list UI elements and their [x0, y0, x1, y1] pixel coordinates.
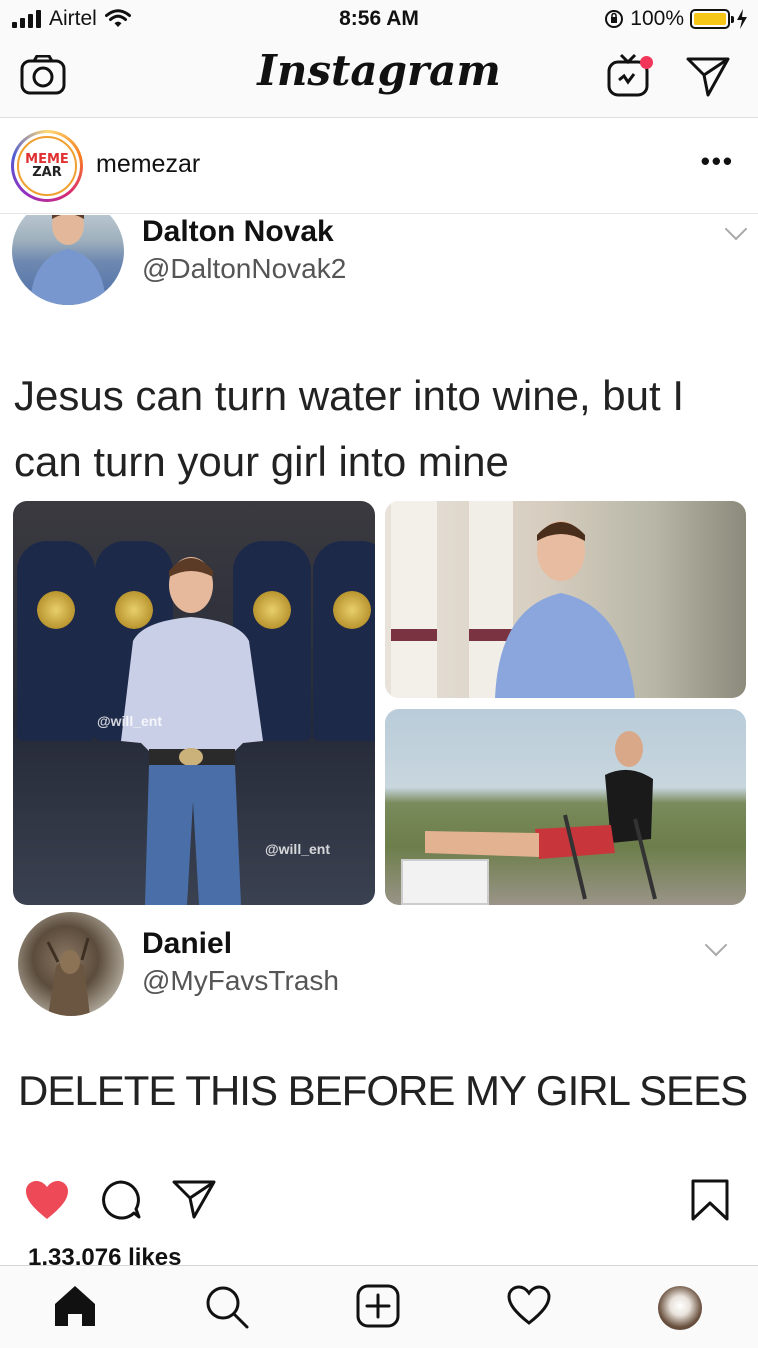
bookmark-icon[interactable] — [690, 1179, 730, 1221]
chevron-down-icon — [704, 933, 728, 957]
battery-percent: 100% — [630, 7, 684, 30]
like-count[interactable]: 1,33,076 likes — [28, 1244, 181, 1266]
new-post-icon[interactable] — [356, 1284, 400, 1328]
charging-bolt-icon — [737, 9, 747, 29]
tweet-author-handle: @DaltonNovak2 — [142, 253, 347, 284]
reply-text: DELETE THIS BEFORE MY GIRL SEES — [18, 1067, 748, 1114]
reply-author-name: Daniel — [142, 927, 233, 960]
tweet-photo-1: @will_ent @will_ent — [13, 501, 375, 905]
post-actions: 1,33,076 likes — [0, 1165, 758, 1266]
reply-author-avatar — [18, 912, 124, 1016]
orientation-lock-icon — [605, 10, 624, 28]
photo-watermark-1: @will_ent — [97, 713, 162, 729]
direct-message-icon[interactable] — [686, 55, 730, 97]
comment-icon[interactable] — [100, 1179, 142, 1221]
share-icon[interactable] — [172, 1179, 216, 1219]
reply-author-handle: @MyFavsTrash — [142, 965, 339, 996]
person-in-chair — [425, 731, 657, 900]
home-icon[interactable] — [52, 1284, 98, 1328]
post-header: MEME ZAR memezar ••• — [0, 118, 758, 214]
like-heart-icon[interactable] — [24, 1179, 70, 1221]
post-username[interactable]: memezar — [96, 150, 200, 179]
author-photo — [30, 215, 106, 305]
app-header: Instagram — [0, 40, 758, 118]
chevron-down-icon — [724, 217, 748, 241]
memezar-logo: MEME ZAR — [17, 136, 77, 196]
tweet-text: Jesus can turn water into wine, but I ca… — [14, 372, 685, 485]
status-bar: Airtel 8:56 AM 100% — [0, 0, 758, 40]
tweet-author-avatar — [12, 215, 124, 305]
status-right: 100% — [604, 7, 748, 31]
person-seated — [495, 521, 635, 698]
bottom-tab-bar — [0, 1265, 758, 1348]
post-image[interactable]: Dalton Novak @DaltonNovak2 Jesus can tur… — [0, 215, 758, 1165]
profile-avatar[interactable] — [658, 1286, 702, 1330]
deer-photo — [46, 937, 90, 1016]
photo-watermark-2: @will_ent — [265, 841, 330, 857]
tweet-author-name: Dalton Novak — [142, 215, 334, 248]
battery-icon — [690, 9, 734, 29]
search-icon[interactable] — [204, 1284, 250, 1330]
more-options-button[interactable]: ••• — [701, 146, 734, 177]
notification-dot — [640, 56, 653, 69]
account-avatar[interactable]: MEME ZAR — [11, 130, 83, 202]
tweet-photo-3 — [385, 709, 746, 905]
activity-heart-icon[interactable] — [506, 1284, 552, 1326]
tweet-photo-2 — [385, 501, 746, 698]
